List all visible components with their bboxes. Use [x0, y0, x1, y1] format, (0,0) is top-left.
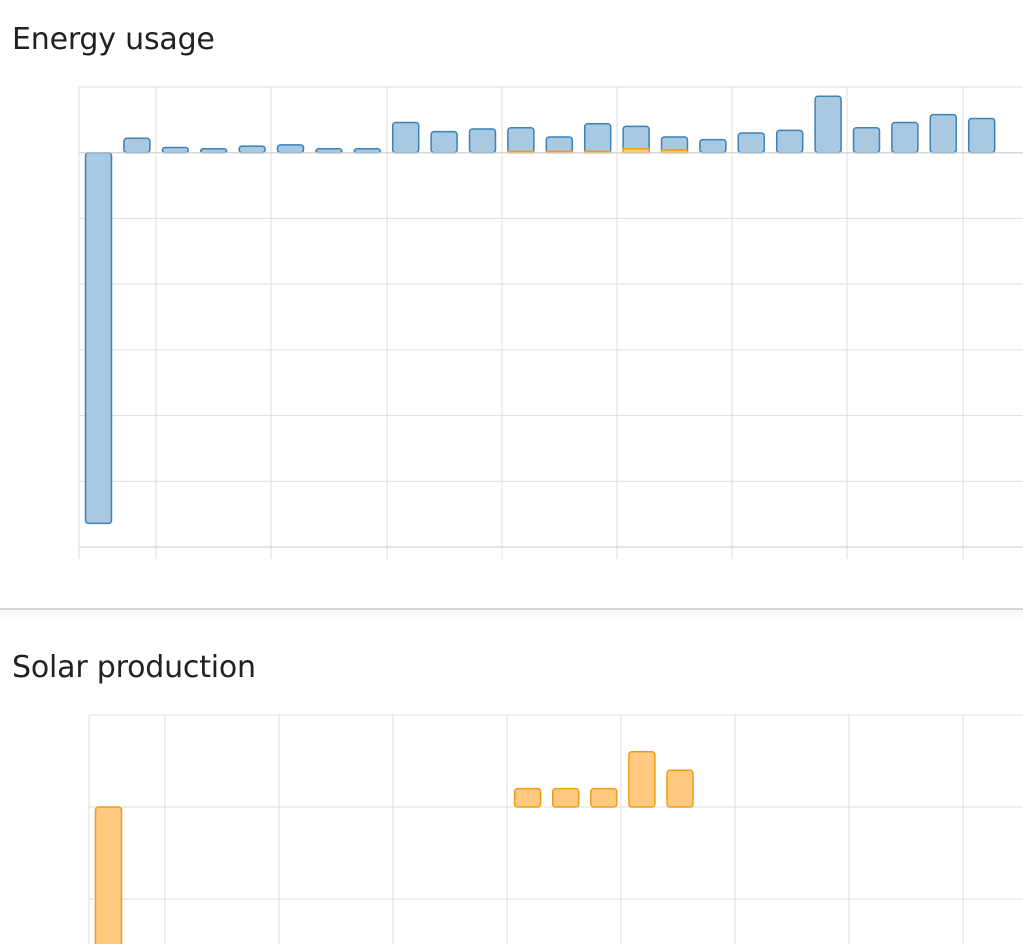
consumption-bar-rect — [161, 146, 190, 154]
consumption-bar-rect — [391, 121, 420, 154]
solar-bar — [513, 787, 542, 808]
consumption-bar — [929, 113, 958, 154]
consumption-bar-rect — [545, 136, 574, 154]
solar-bar — [622, 148, 650, 154]
consumption-bar — [852, 126, 881, 154]
consumption-bar — [161, 146, 190, 154]
consumption-bar — [967, 117, 996, 154]
consumption-bar — [353, 148, 382, 154]
consumption-bar — [468, 128, 497, 154]
consumption-bar — [737, 132, 766, 154]
solar-bar — [628, 751, 656, 808]
consumption-bar-rect — [468, 128, 497, 154]
consumption-bar-rect — [276, 144, 305, 154]
solar-bar-rect — [94, 806, 123, 944]
solar-bar-rect — [590, 787, 618, 808]
solar-production-chart — [88, 714, 1023, 944]
solar-bar — [94, 806, 123, 944]
solar-bar-rect — [513, 787, 542, 808]
consumption-bar-rect — [353, 148, 382, 154]
consumption-bar-rect — [737, 132, 766, 154]
consumption-bar — [430, 130, 458, 154]
consumption-bar-rect — [699, 138, 727, 154]
solar-bar-rect — [666, 769, 694, 808]
consumption-bar-rect — [507, 126, 535, 154]
consumption-bar — [814, 95, 842, 154]
consumption-bar — [507, 126, 535, 154]
solar-bar-rect — [628, 751, 656, 808]
consumption-bar-rect — [238, 145, 266, 154]
consumption-bar — [238, 145, 266, 154]
consumption-bar — [315, 148, 343, 154]
solar-bar — [666, 769, 694, 808]
solar-production-card: Solar production — [0, 620, 1023, 944]
solar-bar — [590, 787, 618, 808]
consumption-bar — [545, 136, 574, 154]
consumption-bar-rect — [852, 126, 881, 154]
solar-bar — [551, 787, 580, 808]
consumption-bar-rect — [583, 123, 612, 154]
consumption-bar — [775, 129, 804, 154]
consumption-bar-rect — [199, 148, 228, 154]
consumption-bar — [583, 123, 612, 154]
consumption-bar — [391, 121, 420, 154]
energy-usage-chart — [78, 86, 1023, 559]
consumption-bar — [699, 138, 727, 154]
consumption-bar — [123, 137, 151, 154]
consumption-bar — [276, 144, 305, 154]
consumption-bar-rect — [891, 121, 919, 154]
card-gap — [0, 610, 1023, 620]
consumption-bar-rect — [814, 95, 842, 154]
consumption-bar-rect — [430, 130, 458, 154]
energy-usage-card: Energy usage — [0, 0, 1023, 608]
consumption-bar-rect — [84, 151, 113, 525]
consumption-bar-rect — [315, 148, 343, 154]
consumption-bar-rect — [775, 129, 804, 154]
consumption-bar — [199, 148, 228, 154]
consumption-bar — [84, 151, 113, 525]
solar-bar-rect — [551, 787, 580, 808]
consumption-bar — [891, 121, 919, 154]
consumption-bar-rect — [123, 137, 151, 154]
consumption-bar-rect — [929, 113, 958, 154]
consumption-bar-rect — [967, 117, 996, 154]
